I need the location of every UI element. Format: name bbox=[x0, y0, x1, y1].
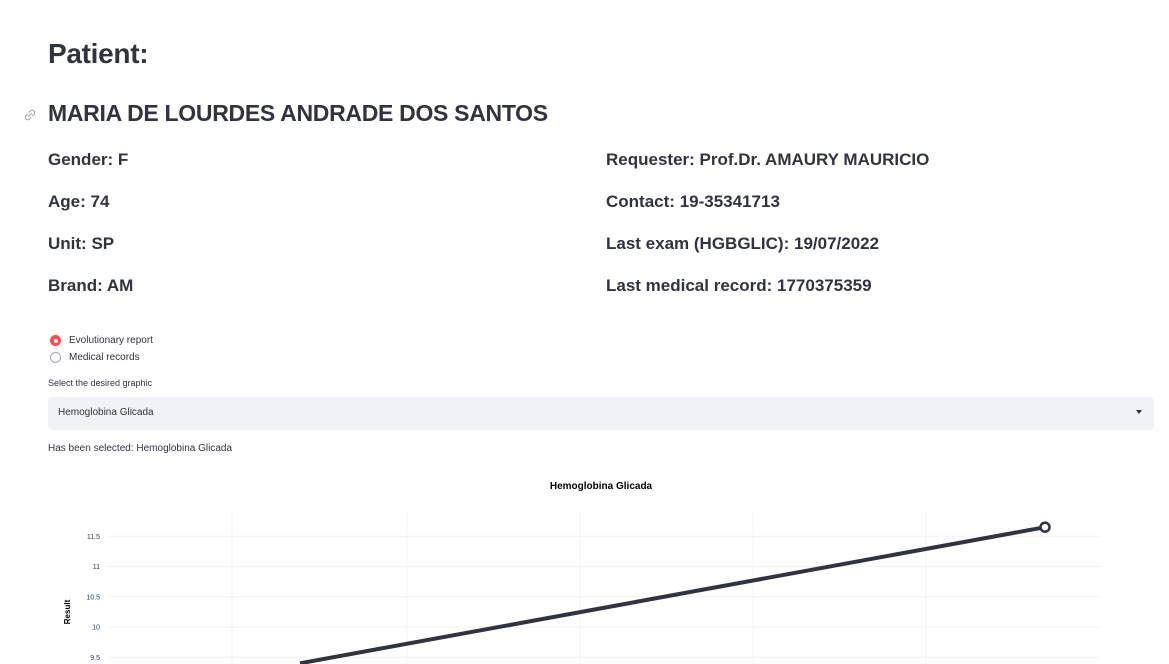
contact-value: 19-35341713 bbox=[679, 192, 780, 211]
y-tick-label: 9.5 bbox=[90, 655, 100, 662]
page-title: Patient: bbox=[48, 38, 149, 69]
brand-label: Brand: bbox=[48, 276, 103, 295]
age-value: 74 bbox=[90, 192, 110, 211]
requester-value: Prof.Dr. AMAURY MAURICIO bbox=[699, 150, 930, 169]
brand-info: Brand: AM bbox=[48, 276, 133, 296]
requester-info: Requester: Prof.Dr. AMAURY MAURICIO bbox=[606, 150, 929, 170]
graphic-select-value: Hemoglobina Glicada bbox=[58, 407, 154, 418]
contact-label: Contact: bbox=[606, 192, 675, 211]
gender-value: F bbox=[117, 150, 129, 169]
selection-message: Has been selected: Hemoglobina Glicada bbox=[48, 443, 232, 454]
requester-label: Requester: bbox=[606, 150, 695, 169]
gender-info: Gender: F bbox=[48, 150, 128, 170]
y-tick-label: 10 bbox=[92, 625, 100, 632]
series-line bbox=[299, 525, 1046, 664]
radio-unselected-icon[interactable] bbox=[50, 352, 61, 363]
patient-name: MARIA DE LOURDES ANDRADE DOS SANTOS bbox=[48, 100, 548, 126]
report-type-radio-group: Evolutionary report Medical records bbox=[50, 332, 153, 366]
radio-selected-icon[interactable] bbox=[50, 335, 61, 346]
y-tick-label: 11 bbox=[93, 564, 100, 571]
chart-grid bbox=[108, 512, 1100, 664]
unit-value: SP bbox=[91, 234, 115, 253]
data-point-marker[interactable] bbox=[1039, 521, 1051, 533]
radio-option-label: Medical records bbox=[69, 352, 140, 363]
radio-option-medical-records[interactable]: Medical records bbox=[50, 349, 153, 366]
y-tick-label: 11.5 bbox=[87, 534, 100, 541]
last-record-label: Last medical record: bbox=[606, 276, 773, 295]
graphic-select[interactable]: Hemoglobina Glicada bbox=[48, 397, 1154, 430]
y-tick-label: 10.5 bbox=[86, 594, 100, 601]
contact-info: Contact: 19-35341713 bbox=[606, 192, 780, 212]
brand-value: AM bbox=[106, 276, 134, 295]
chart-title: Hemoglobina Glicada bbox=[550, 481, 653, 492]
graphic-select-label: Select the desired graphic bbox=[48, 378, 153, 388]
last-exam-value: 19/07/2022 bbox=[793, 234, 880, 253]
unit-label: Unit: bbox=[48, 234, 87, 253]
last-exam-info: Last exam (HGBGLIC): 19/07/2022 bbox=[606, 234, 879, 254]
radio-option-label: Evolutionary report bbox=[69, 335, 153, 346]
age-info: Age: 74 bbox=[48, 192, 109, 212]
last-exam-label: Last exam (HGBGLIC): bbox=[606, 234, 790, 253]
page: Patient: MARIA DE LOURDES ANDRADE DOS SA… bbox=[0, 0, 1169, 664]
y-axis-title: Result bbox=[63, 599, 72, 624]
gender-label: Gender: bbox=[48, 150, 114, 169]
last-record-info: Last medical record: 1770375359 bbox=[606, 276, 872, 296]
chart-container: Hemoglobina Glicada 9.5 10 10.5 11 11.5 Resu… bbox=[0, 470, 1169, 664]
unit-info: Unit: SP bbox=[48, 234, 114, 254]
hemoglobin-chart: Hemoglobina Glicada 9.5 10 10.5 11 11.5 Resu… bbox=[63, 481, 1100, 664]
radio-option-evolutionary-report[interactable]: Evolutionary report bbox=[50, 332, 153, 349]
caret-down-icon[interactable] bbox=[1136, 410, 1142, 414]
age-label: Age: bbox=[48, 192, 86, 211]
last-record-value: 1770375359 bbox=[777, 276, 872, 295]
chart-series bbox=[299, 521, 1051, 664]
y-tick-labels: 9.5 10 10.5 11 11.5 bbox=[86, 534, 100, 662]
link-icon[interactable] bbox=[22, 107, 38, 123]
